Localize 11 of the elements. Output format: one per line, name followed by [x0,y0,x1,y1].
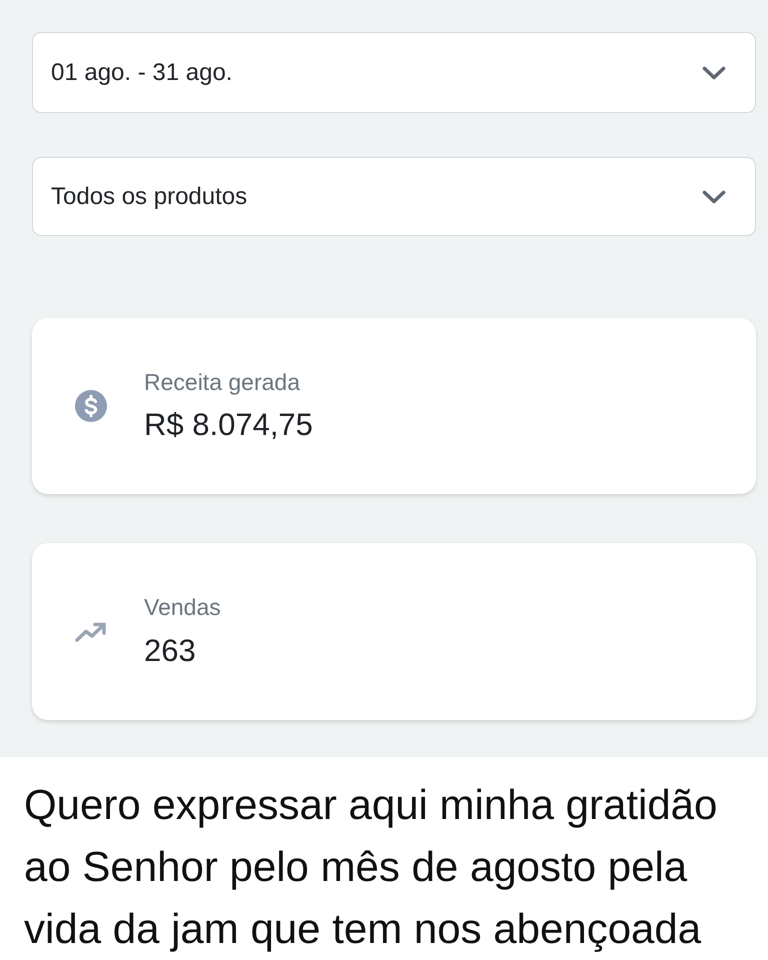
caption-text: Quero expressar aqui minha gratidão ao Senhor pelo mês de agosto pela vida da jam que tem nos abençoada [24,780,718,954]
filter-dropdown[interactable]: 01 ago. - 31 ago. [32,32,756,113]
stat-label: Receita gerada [144,368,301,396]
stat-value: R$ 8.074,75 [144,406,313,444]
chevron-down-icon [702,190,726,204]
chevron-down-icon [702,66,726,80]
dollar-coin-icon [75,390,107,422]
stat-value: 263 [144,632,197,669]
stat-label: Vendas [144,594,221,622]
trending-up-icon [75,622,107,642]
filter-dropdown[interactable]: Todos os produtos [32,157,756,236]
